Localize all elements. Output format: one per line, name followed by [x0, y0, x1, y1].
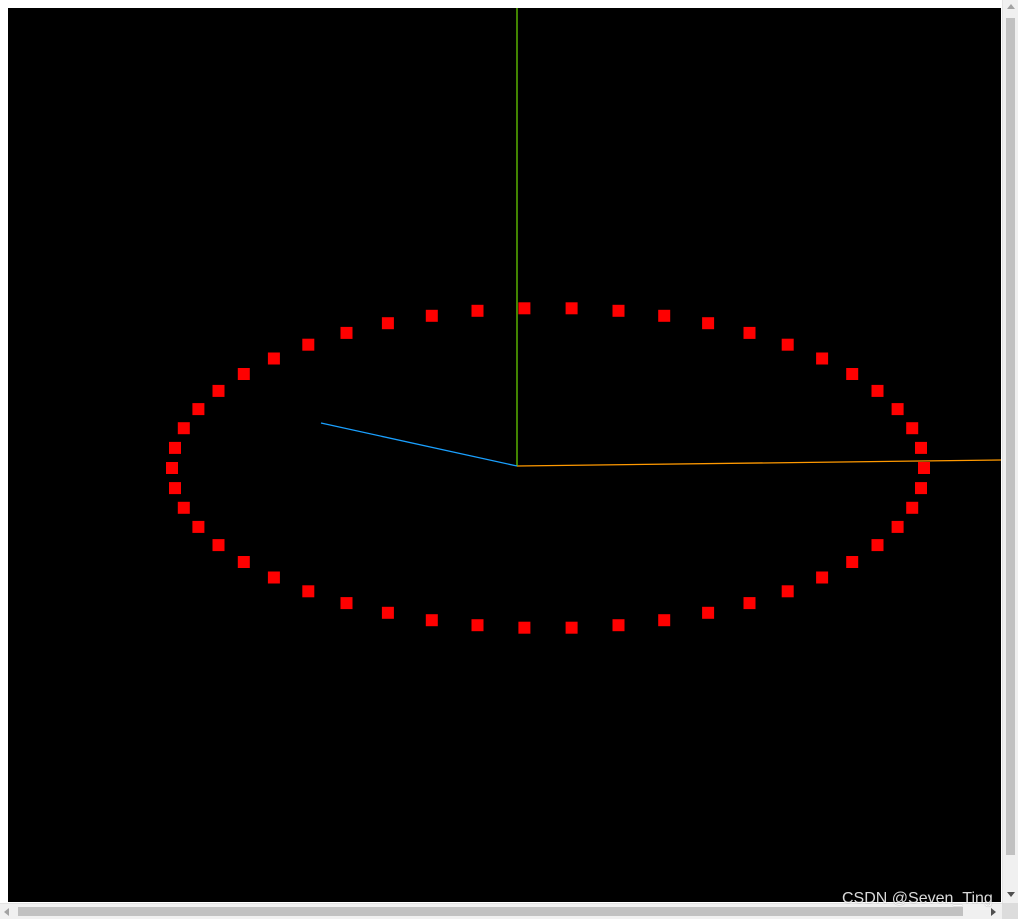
ring-point [891, 403, 904, 416]
ring-point [781, 585, 794, 598]
ring-point [518, 302, 531, 315]
ring-point [381, 606, 394, 619]
ring-point [267, 352, 280, 365]
ring-point [192, 403, 205, 416]
ring-point [237, 368, 250, 380]
ring-point [340, 326, 353, 339]
ring-point [846, 368, 859, 380]
ring-point [816, 571, 829, 584]
scrollbar-corner [1002, 903, 1018, 919]
ring-point [658, 309, 671, 322]
horizontal-scroll-thumb[interactable] [18, 907, 963, 916]
app-window: CSDN @Seven_Ting [0, 0, 1018, 919]
ring-point [871, 539, 884, 552]
ring-point [906, 422, 919, 435]
ring-point [340, 597, 353, 610]
ring-point [425, 614, 438, 627]
scroll-left-arrow-icon[interactable] [4, 908, 9, 916]
ring-point [302, 585, 315, 598]
ring-point [743, 326, 756, 339]
axes-helper [320, 8, 1001, 467]
scroll-right-arrow-icon[interactable] [991, 908, 996, 916]
ring-point [237, 556, 250, 568]
ring-point [565, 621, 578, 634]
ring-point [518, 621, 531, 634]
ring-point [471, 619, 484, 632]
ring-point [918, 462, 930, 474]
ring-point [169, 482, 181, 495]
ring-point [302, 338, 315, 351]
scroll-down-arrow-icon[interactable] [1007, 892, 1015, 897]
ring-point [612, 619, 625, 632]
ring-point [565, 302, 578, 315]
ring-point [381, 317, 394, 330]
ring-point [177, 422, 190, 435]
ring-point [471, 304, 484, 317]
ring-point [612, 304, 625, 317]
ring-point [846, 556, 859, 568]
ring-point [891, 520, 904, 533]
watermark-text: CSDN @Seven_Ting [842, 890, 993, 907]
ring-point [192, 520, 205, 533]
ring-point [212, 384, 225, 397]
ring-point [702, 317, 715, 330]
ring-point [915, 441, 927, 454]
ring-point [906, 501, 919, 514]
ring-point [177, 501, 190, 514]
vertical-scroll-thumb[interactable] [1006, 18, 1015, 855]
ring-point [915, 482, 927, 495]
ring-point [871, 384, 884, 397]
ring-point [658, 614, 671, 627]
ring-point [743, 597, 756, 610]
ring-point [166, 462, 178, 474]
ring-point [169, 441, 181, 454]
vertical-scrollbar[interactable] [1002, 0, 1018, 903]
ring-point [425, 309, 438, 322]
scroll-up-arrow-icon[interactable] [1007, 4, 1015, 9]
points-ring [166, 302, 930, 634]
ring-point [816, 352, 829, 365]
webgl-canvas[interactable] [8, 8, 1001, 902]
scene-svg[interactable] [8, 8, 1001, 902]
ring-point [267, 571, 280, 584]
ring-point [212, 539, 225, 552]
ring-point [702, 606, 715, 619]
ring-point [781, 338, 794, 351]
axis-z-line [320, 422, 518, 467]
